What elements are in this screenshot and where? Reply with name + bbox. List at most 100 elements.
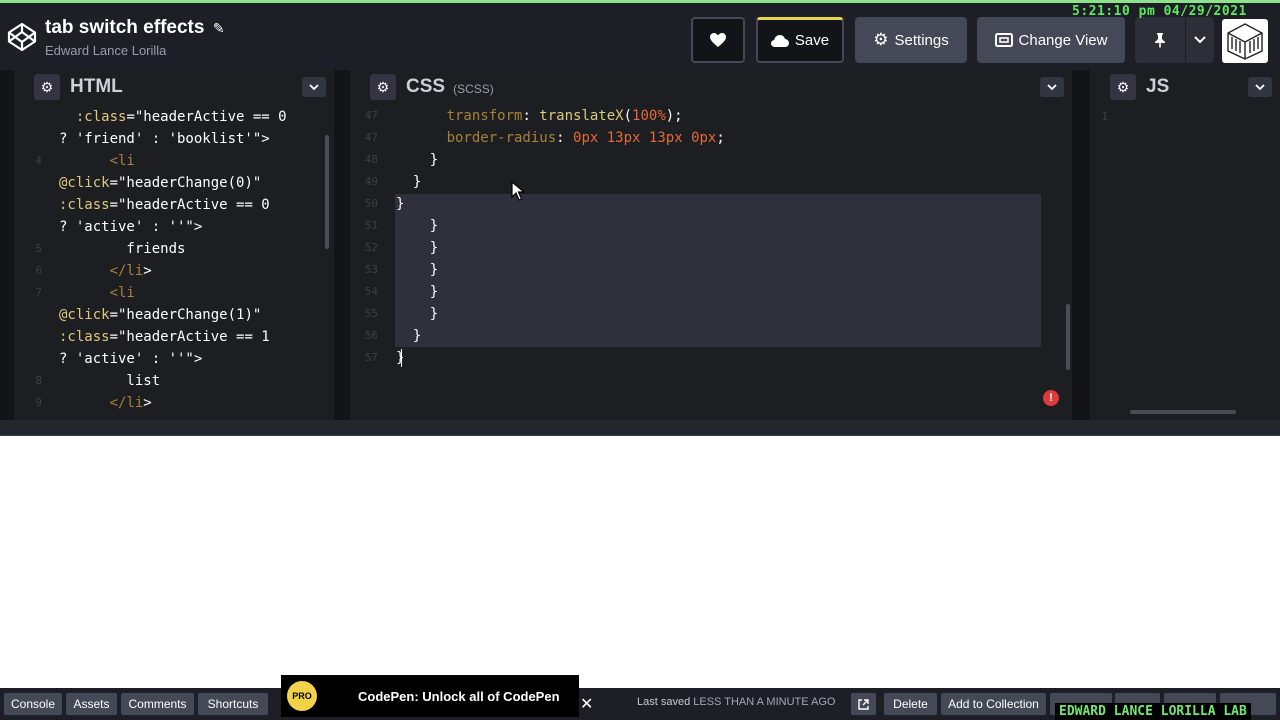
add-to-collection-button[interactable]: Add to Collection [941, 693, 1046, 715]
js-code-area[interactable]: 1 [1090, 106, 1280, 420]
js-panel-dropdown[interactable] [1248, 77, 1272, 97]
html-code-area[interactable]: :class="headerActive == 0 ? 'friend' : 'b… [14, 106, 334, 420]
external-link-button[interactable] [851, 693, 876, 715]
codepen-logo-icon[interactable] [6, 21, 38, 53]
author-name[interactable]: Edward Lance Lorilla [45, 43, 225, 58]
delete-button[interactable]: Delete [884, 693, 937, 715]
assets-button[interactable]: Assets [66, 693, 117, 715]
preview-area [0, 437, 1280, 688]
code-line[interactable]: 48 } [350, 149, 1066, 171]
line-number: 1 [1101, 110, 1108, 123]
code-text: :class="headerActive == 1 [59, 329, 270, 345]
css-settings-button[interactable]: ⚙ [370, 74, 396, 100]
code-line[interactable]: 55 } [350, 303, 1066, 325]
code-line[interactable]: 51 } [350, 215, 1066, 237]
code-line[interactable]: :class="headerActive == 0 [14, 106, 334, 128]
pin-dropdown-button[interactable] [1186, 17, 1214, 63]
code-line[interactable]: 1 [1090, 106, 1280, 128]
code-line[interactable]: :class="headerActive == 0 [14, 194, 334, 216]
external-link-icon [858, 698, 869, 710]
code-text: } [396, 262, 439, 278]
gear-icon: ⚙ [40, 78, 54, 95]
html-panel-title: HTML [70, 76, 123, 97]
heart-button[interactable] [691, 17, 745, 63]
code-line[interactable]: 4 <li [14, 150, 334, 172]
line-number: 52 [364, 241, 378, 254]
css-scrollbar[interactable] [1066, 304, 1070, 370]
pro-badge: PRO [287, 681, 317, 711]
code-text: } [396, 240, 439, 256]
pin-icon [1155, 33, 1165, 48]
comments-button[interactable]: Comments [121, 693, 194, 715]
js-scrollbar[interactable] [1130, 410, 1236, 414]
chevron-down-icon [309, 83, 319, 90]
html-settings-button[interactable]: ⚙ [34, 74, 60, 100]
code-line[interactable]: :class="headerActive == 1 [14, 326, 334, 348]
gear-icon: ⚙ [873, 30, 889, 49]
code-line[interactable]: 8 list [14, 370, 334, 392]
avatar-logo-icon [1227, 23, 1263, 60]
code-line[interactable]: @click="headerChange(0)" [14, 172, 334, 194]
code-line[interactable]: @click="headerChange(1)" [14, 304, 334, 326]
code-line[interactable]: 47 border-radius: 0px 13px 13px 0px; [350, 127, 1066, 149]
js-editor-panel[interactable]: ⚙ JS 1 [1090, 70, 1280, 420]
code-line[interactable]: 54 } [350, 281, 1066, 303]
change-view-label: Change View [1018, 31, 1108, 49]
css-code-area[interactable]: 47 transform: translateX(100%); 47 border… [350, 105, 1066, 370]
code-line[interactable]: 57} [350, 347, 1066, 369]
pencil-icon[interactable]: ✎ [213, 20, 225, 36]
text-caret [401, 349, 402, 367]
html-editor-panel[interactable]: ⚙ HTML :class="headerActive == 0 ? 'frien… [14, 70, 334, 420]
line-number: 50 [364, 197, 378, 210]
code-text: @click="headerChange(1)" [59, 307, 262, 323]
pro-promo-banner[interactable]: PRO CodePen: Unlock all of CodePen [281, 675, 579, 717]
code-line[interactable]: 6 </li> [14, 260, 334, 282]
html-panel-dropdown[interactable] [302, 77, 326, 97]
code-line[interactable]: 52 } [350, 237, 1066, 259]
html-scrollbar[interactable] [325, 135, 329, 249]
js-settings-button[interactable]: ⚙ [1110, 74, 1136, 100]
settings-button[interactable]: ⚙ Settings [855, 17, 967, 63]
line-number: 8 [35, 374, 42, 387]
code-text: @click="headerChange(0)" [59, 175, 262, 191]
code-text: ? 'active' : ''"> [59, 219, 203, 235]
pen-title[interactable]: tab switch effects [45, 17, 204, 38]
code-text: friends [59, 241, 186, 257]
code-text: :class="headerActive == 0 [59, 197, 270, 213]
code-text: } [396, 284, 439, 300]
code-text: list [59, 373, 161, 389]
code-line[interactable]: 9 </li> [14, 392, 334, 414]
shortcuts-button[interactable]: Shortcuts [198, 693, 268, 715]
code-line[interactable]: ? 'active' : ''"> [14, 216, 334, 238]
console-button[interactable]: Console [4, 693, 62, 715]
code-text: :class="headerActive == 0 [75, 109, 287, 125]
editor-preview-resizer[interactable] [0, 420, 1280, 436]
error-icon[interactable]: ! [1043, 390, 1059, 406]
code-line[interactable]: 56 } [350, 325, 1066, 347]
line-number: 4 [35, 154, 42, 167]
code-text: <li [109, 285, 135, 301]
line-number: 47 [364, 109, 378, 122]
line-number: 57 [364, 351, 378, 364]
code-text: } [396, 152, 439, 168]
code-line[interactable]: 47 transform: translateX(100%); [350, 105, 1066, 127]
code-line[interactable]: 50} [350, 193, 1066, 215]
close-icon[interactable]: ✕ [580, 694, 593, 714]
code-line[interactable]: ? 'friend' : 'booklist'"> [14, 128, 334, 150]
code-line[interactable]: 49 } [350, 171, 1066, 193]
pin-button[interactable] [1135, 17, 1185, 63]
chevron-down-icon [1047, 83, 1057, 90]
code-text: } [396, 218, 439, 234]
save-button[interactable]: Save [756, 17, 844, 63]
mouse-cursor-icon [511, 181, 525, 201]
code-line[interactable]: 7 <li [14, 282, 334, 304]
code-line[interactable]: ? 'active' : ''"> [14, 348, 334, 370]
code-line[interactable]: 53 } [350, 259, 1066, 281]
code-text: transform: translateX(100%); [446, 108, 683, 124]
css-panel-dropdown[interactable] [1040, 77, 1064, 97]
gear-icon: ⚙ [1116, 78, 1130, 95]
avatar[interactable] [1222, 19, 1268, 63]
code-line[interactable]: 5 friends [14, 238, 334, 260]
change-view-button[interactable]: Change View [977, 17, 1125, 63]
line-number: 5 [35, 242, 42, 255]
